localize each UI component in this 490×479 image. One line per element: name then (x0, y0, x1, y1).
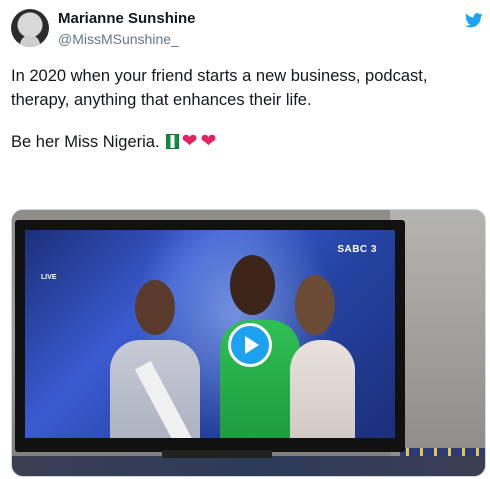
tweet-card: Marianne Sunshine @MissMSunshine_ In 202… (0, 0, 490, 479)
author-handle[interactable]: @MissMSunshine_ (58, 31, 179, 47)
red-heart-icon: ❤ (181, 130, 198, 152)
tv-table (12, 456, 485, 476)
tv-screen: SABC 3 LIVE (25, 230, 395, 438)
tweet-text-line: Be her Miss Nigeria. ❤ ❤ (11, 130, 481, 154)
nigeria-flag-icon (165, 134, 179, 149)
tweet-text: In 2020 when your friend starts a new bu… (11, 64, 481, 154)
avatar[interactable] (11, 9, 49, 47)
channel-logo: SABC 3 (337, 244, 377, 255)
tweet-text-line: In 2020 when your friend starts a new bu… (11, 67, 428, 85)
play-icon (245, 336, 259, 354)
tv-stand (162, 450, 272, 458)
red-heart-icon: ❤ (200, 130, 217, 152)
video-media[interactable]: SABC 3 LIVE (11, 209, 486, 477)
television: SABC 3 LIVE (15, 220, 405, 452)
live-label: LIVE (41, 274, 57, 281)
tweet-text-line: therapy, anything that enhances their li… (11, 91, 312, 109)
twitter-bird-icon[interactable] (465, 13, 483, 28)
play-button[interactable] (228, 323, 272, 367)
author-name[interactable]: Marianne Sunshine (58, 10, 196, 27)
contestant-right (290, 340, 355, 438)
emoji-group: ❤ ❤ (165, 130, 217, 152)
tweet-text-line-3: Be her Miss Nigeria. (11, 133, 160, 151)
